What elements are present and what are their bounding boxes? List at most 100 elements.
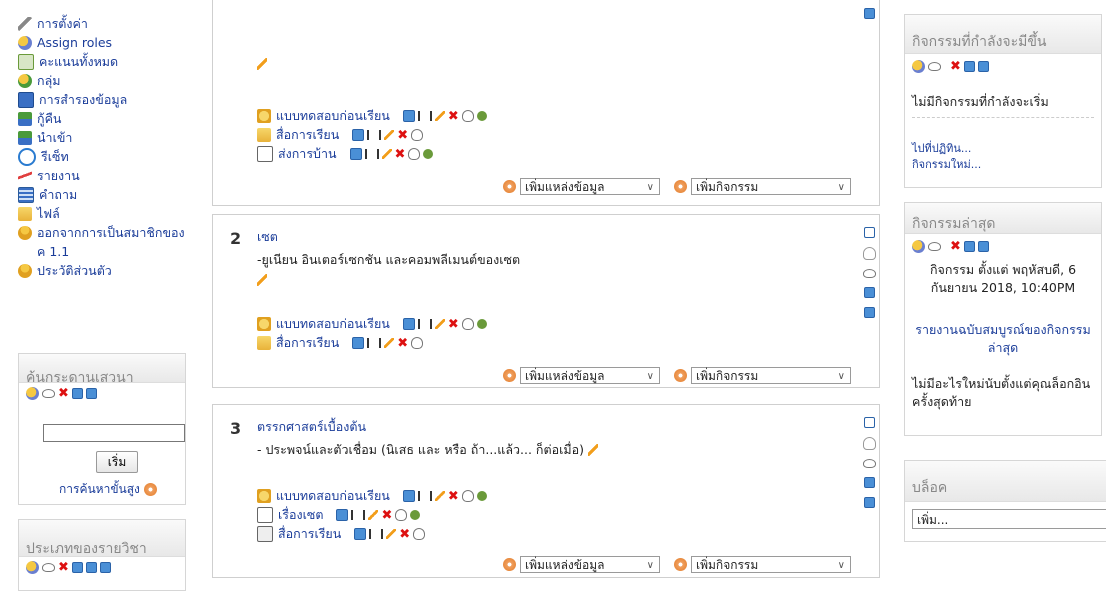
- delete-icon[interactable]: ✖: [448, 490, 459, 503]
- new-event-link[interactable]: กิจกรรมใหม่...: [912, 155, 981, 173]
- menu-item-backup[interactable]: การสำรองข้อมูล: [18, 90, 185, 109]
- menu-item-settings[interactable]: การตั้งค่า: [18, 14, 185, 33]
- move-down-icon[interactable]: [863, 307, 875, 318]
- help-icon[interactable]: [674, 558, 687, 571]
- move-right-icon[interactable]: [336, 509, 349, 521]
- eye-icon[interactable]: [408, 148, 421, 160]
- edit-icon[interactable]: [368, 510, 379, 520]
- assign-roles-icon[interactable]: [26, 560, 39, 574]
- delete-icon[interactable]: ✖: [58, 387, 69, 400]
- move-right-icon[interactable]: [352, 337, 365, 349]
- add-resource-select[interactable]: เพิ่มแหล่งข้อมูล ∨: [520, 556, 660, 573]
- edit-icon[interactable]: [384, 338, 395, 348]
- assign-roles-icon[interactable]: [912, 59, 925, 73]
- move-up-icon[interactable]: [71, 387, 83, 399]
- delete-icon[interactable]: ✖: [950, 60, 961, 73]
- move-icon[interactable]: [364, 149, 379, 159]
- eye-icon[interactable]: [413, 528, 426, 540]
- menu-item-reports[interactable]: รายงาน: [18, 166, 185, 185]
- activity-resource[interactable]: สื่อการเรียน ✖: [257, 335, 849, 351]
- help-icon[interactable]: [503, 369, 516, 382]
- eye-icon[interactable]: [862, 269, 876, 278]
- move-up-icon[interactable]: [863, 477, 875, 488]
- move-up-icon[interactable]: [863, 287, 875, 298]
- collapse-icon[interactable]: [863, 227, 875, 238]
- add-activity-select[interactable]: เพิ่มกิจกรรม ∨: [691, 178, 851, 195]
- assign-roles-icon[interactable]: [26, 386, 39, 400]
- menu-item-profile[interactable]: ประวัติส่วนตัว: [18, 261, 185, 280]
- move-up-icon[interactable]: [71, 561, 83, 573]
- eye-icon[interactable]: [928, 61, 941, 71]
- edit-icon[interactable]: [434, 111, 445, 121]
- groups-icon[interactable]: [476, 111, 487, 121]
- move-down-icon[interactable]: [863, 497, 875, 508]
- activity-resource[interactable]: สื่อการเรียน ✖: [257, 526, 849, 542]
- delete-icon[interactable]: ✖: [448, 318, 459, 331]
- move-right-icon[interactable]: [85, 387, 97, 399]
- eye-icon[interactable]: [461, 490, 474, 502]
- edit-icon[interactable]: [386, 529, 397, 539]
- move-right-icon[interactable]: [99, 561, 111, 573]
- menu-item-groups[interactable]: กลุ่ม: [18, 71, 185, 90]
- delete-icon[interactable]: ✖: [58, 561, 69, 574]
- person-icon[interactable]: [410, 510, 421, 520]
- person-icon[interactable]: [476, 319, 487, 329]
- eye-icon[interactable]: [411, 129, 424, 141]
- move-right-icon[interactable]: [354, 528, 367, 540]
- edit-summary-icon[interactable]: [257, 58, 267, 70]
- edit-icon[interactable]: [434, 319, 445, 329]
- move-icon[interactable]: [417, 319, 432, 329]
- help-icon[interactable]: [143, 483, 157, 496]
- person-icon[interactable]: [476, 491, 487, 501]
- collapse-icon[interactable]: [863, 417, 875, 428]
- menu-item-restore[interactable]: กู้คืน: [18, 109, 185, 128]
- lightbulb-icon[interactable]: [862, 437, 876, 450]
- move-icon[interactable]: [369, 529, 384, 539]
- full-report-link[interactable]: รายงานฉบับสมบูรณ์ของกิจกรรมล่าสุด: [912, 321, 1094, 357]
- delete-icon[interactable]: ✖: [448, 110, 459, 123]
- person-icon[interactable]: [423, 149, 434, 159]
- move-down-icon[interactable]: [977, 60, 989, 72]
- help-icon[interactable]: [503, 558, 516, 571]
- menu-item-unenrol-course[interactable]: ค 1.1: [18, 242, 185, 261]
- move-down-icon[interactable]: [85, 561, 97, 573]
- add-resource-select[interactable]: เพิ่มแหล่งข้อมูล ∨: [520, 178, 660, 195]
- advanced-search-row[interactable]: การค้นหาขั้นสูง: [59, 480, 157, 499]
- eye-icon[interactable]: [461, 318, 474, 330]
- edit-summary-icon[interactable]: [588, 444, 598, 456]
- activity-quiz[interactable]: แบบทดสอบก่อนเรียน ✖: [257, 316, 849, 332]
- menu-item-questions[interactable]: คำถาม: [18, 185, 185, 204]
- add-activity-select[interactable]: เพิ่มกิจกรรม ∨: [691, 556, 851, 573]
- delete-icon[interactable]: ✖: [381, 509, 392, 522]
- edit-summary-icon[interactable]: [257, 274, 267, 286]
- eye-icon[interactable]: [42, 388, 55, 398]
- add-activity-select[interactable]: เพิ่มกิจกรรม ∨: [691, 367, 851, 384]
- move-icon[interactable]: [417, 491, 432, 501]
- edit-icon[interactable]: [434, 491, 445, 501]
- advanced-search-link[interactable]: การค้นหาขั้นสูง: [59, 480, 140, 499]
- eye-icon[interactable]: [461, 110, 474, 122]
- add-resource-select[interactable]: เพิ่มแหล่งข้อมูล ∨: [520, 367, 660, 384]
- section-title[interactable]: เซต: [257, 227, 849, 247]
- menu-item-files[interactable]: ไฟล์: [18, 204, 185, 223]
- menu-item-assign-roles[interactable]: Assign roles: [18, 33, 185, 52]
- activity-resource[interactable]: สื่อการเรียน ✖: [257, 127, 849, 143]
- move-down-icon[interactable]: [977, 240, 989, 252]
- move-right-icon[interactable]: [349, 148, 362, 160]
- menu-item-unenrol[interactable]: ออกจากการเป็นสมาชิกของ: [18, 223, 185, 242]
- move-icon[interactable]: [417, 111, 432, 121]
- delete-icon[interactable]: ✖: [397, 337, 408, 350]
- move-right-icon[interactable]: [402, 110, 415, 122]
- eye-icon[interactable]: [411, 337, 424, 349]
- add-block-select[interactable]: เพิ่ม...: [912, 509, 1106, 529]
- assign-roles-icon[interactable]: [912, 239, 925, 253]
- menu-item-reset[interactable]: รีเซ็ท: [18, 147, 185, 166]
- delete-icon[interactable]: ✖: [399, 528, 410, 541]
- move-icon[interactable]: [367, 130, 382, 140]
- delete-icon[interactable]: ✖: [395, 148, 406, 161]
- activity-assignment[interactable]: ส่งการบ้าน ✖: [257, 146, 849, 162]
- section-title[interactable]: ตรรกศาสตร์เบื้องต้น: [257, 417, 849, 437]
- move-right-icon[interactable]: [402, 318, 415, 330]
- edit-icon[interactable]: [384, 130, 395, 140]
- edit-icon[interactable]: [381, 149, 392, 159]
